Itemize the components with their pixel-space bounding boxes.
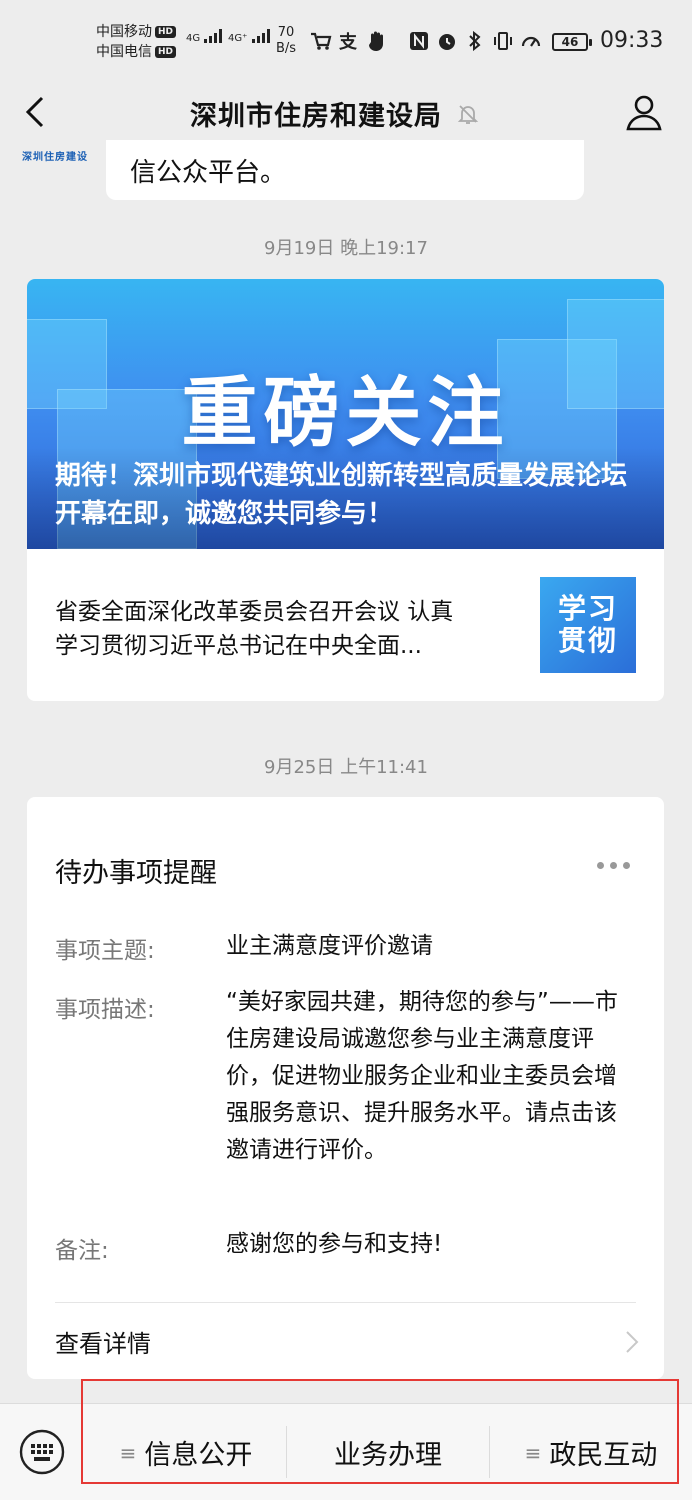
dot-icon: [623, 861, 630, 869]
menu-label: 政民互动: [549, 1440, 658, 1471]
article-thumbnail: 学习 贯彻: [540, 577, 636, 673]
carrier-info: 中国移动 HD 中国电信 HD: [96, 22, 177, 62]
net-type-2: 4G⁺: [228, 33, 248, 44]
net-speed-unit: B/s: [276, 41, 297, 56]
carrier-1: 中国移动: [96, 24, 152, 40]
message-timestamp: 9月25日 上午11:41: [264, 757, 428, 778]
nav-bar: 深圳市住房和建设局: [0, 84, 692, 140]
dot-icon: [597, 861, 604, 869]
field-label-subject: 事项主题:: [55, 938, 155, 964]
hand-icon: [366, 30, 388, 52]
hd-badge: HD: [155, 26, 177, 38]
net-speed-value: 70: [277, 25, 295, 40]
account-logo: 深圳住房建设: [22, 152, 88, 163]
field-label-description: 事项描述:: [55, 997, 155, 1023]
svg-text:支: 支: [338, 31, 358, 51]
net-speed: 70 B/s: [276, 25, 296, 57]
profile-icon: [626, 95, 662, 131]
banner-heading: 重磅关注: [181, 368, 510, 457]
menu-label: 业务办理: [334, 1440, 442, 1471]
nfc-icon: [408, 30, 430, 52]
todo-title: 待办事项提醒: [55, 858, 217, 889]
menu-list-icon: ≡: [524, 1440, 542, 1465]
article-sub-title-line: 学习贯彻习近平总书记在中央全面...: [55, 633, 422, 659]
article-sub-item[interactable]: 省委全面深化改革委员会召开会议 认真 学习贯彻习近平总书记在中央全面... 学习…: [27, 549, 664, 701]
banner-caption: 期待！深圳市现代建筑业创新转型高质量发展论坛开幕在即，诚邀您共同参与！: [55, 461, 628, 529]
speedometer-icon: [520, 30, 542, 52]
signal-1: 4G: [186, 28, 225, 44]
title-group: 深圳市住房和建设局: [190, 94, 480, 133]
message-text: 信公众平台。: [130, 158, 287, 188]
signal-bars-icon: [251, 29, 270, 43]
carrier-2: 中国电信: [96, 44, 152, 60]
profile-button[interactable]: [624, 92, 664, 132]
mute-bell-icon: [457, 104, 479, 124]
menu-label: 信息公开: [144, 1440, 253, 1471]
menu-list-icon: ≡: [119, 1440, 137, 1465]
field-value-description: “美好家园共建，期待您的参与”——市住房建设局诚邀您参与业主满意度评价，促进物业…: [226, 989, 618, 1163]
keyboard-toggle-button[interactable]: [18, 1428, 66, 1476]
signal-2: 4G⁺: [228, 28, 273, 44]
hd-badge: HD: [155, 46, 177, 58]
back-button[interactable]: [22, 94, 52, 130]
field-value-subject: 业主满意度评价邀请: [226, 933, 433, 959]
thumb-text: 贯彻: [557, 624, 618, 657]
back-arrow-icon: [25, 96, 44, 128]
bluetooth-icon: [464, 30, 486, 52]
more-options-button[interactable]: [597, 855, 637, 875]
article-sub-title: 省委全面深化改革委员会召开会议 认真 学习贯彻习近平总书记在中央全面...: [55, 595, 525, 663]
status-bar: 中国移动 HD 中国电信 HD 4G 4G⁺ 70 B/s 支 46 09:33: [0, 0, 692, 84]
view-details-link[interactable]: 查看详情: [55, 1324, 151, 1359]
signal-bars-icon: [204, 29, 223, 43]
cart-icon: [310, 30, 332, 52]
field-label-note: 备注:: [55, 1238, 109, 1264]
clock: 09:33: [600, 28, 664, 53]
alipay-icon: 支: [338, 30, 360, 52]
net-type-1: 4G: [186, 33, 201, 44]
vibrate-icon: [492, 30, 514, 52]
dot-icon: [610, 861, 617, 869]
thumb-text: 学习: [557, 592, 618, 625]
todo-card[interactable]: 待办事项提醒 事项主题: 业主满意度评价邀请 事项描述: “美好家园共建，期待您…: [27, 797, 664, 1379]
page-title: 深圳市住房和建设局: [190, 101, 442, 132]
menu-citizen-interaction[interactable]: ≡ 政民互动: [490, 1404, 692, 1500]
article-card[interactable]: 重磅关注 期待！深圳市现代建筑业创新转型高质量发展论坛开幕在即，诚邀您共同参与！…: [27, 279, 664, 701]
menu-business-handling[interactable]: 业务办理: [287, 1404, 489, 1500]
menu-info-disclosure[interactable]: ≡ 信息公开: [86, 1404, 286, 1500]
bottom-menu-bar: ≡ 信息公开 业务办理 ≡ 政民互动: [0, 1403, 692, 1500]
message-bubble[interactable]: 信公众平台。: [106, 140, 584, 200]
field-value-note: 感谢您的参与和支持!: [226, 1231, 443, 1257]
message-timestamp: 9月19日 晚上19:17: [264, 238, 428, 259]
battery-indicator: 46: [552, 33, 592, 51]
status-icons: 支: [310, 30, 542, 52]
divider: [55, 1302, 636, 1303]
alarm-icon: [436, 30, 458, 52]
keyboard-icon: [19, 1429, 65, 1475]
article-sub-title-line: 省委全面深化改革委员会召开会议 认真: [55, 599, 454, 625]
chevron-right-icon: [626, 1331, 639, 1353]
article-banner[interactable]: 重磅关注 期待！深圳市现代建筑业创新转型高质量发展论坛开幕在即，诚邀您共同参与！: [27, 279, 664, 549]
